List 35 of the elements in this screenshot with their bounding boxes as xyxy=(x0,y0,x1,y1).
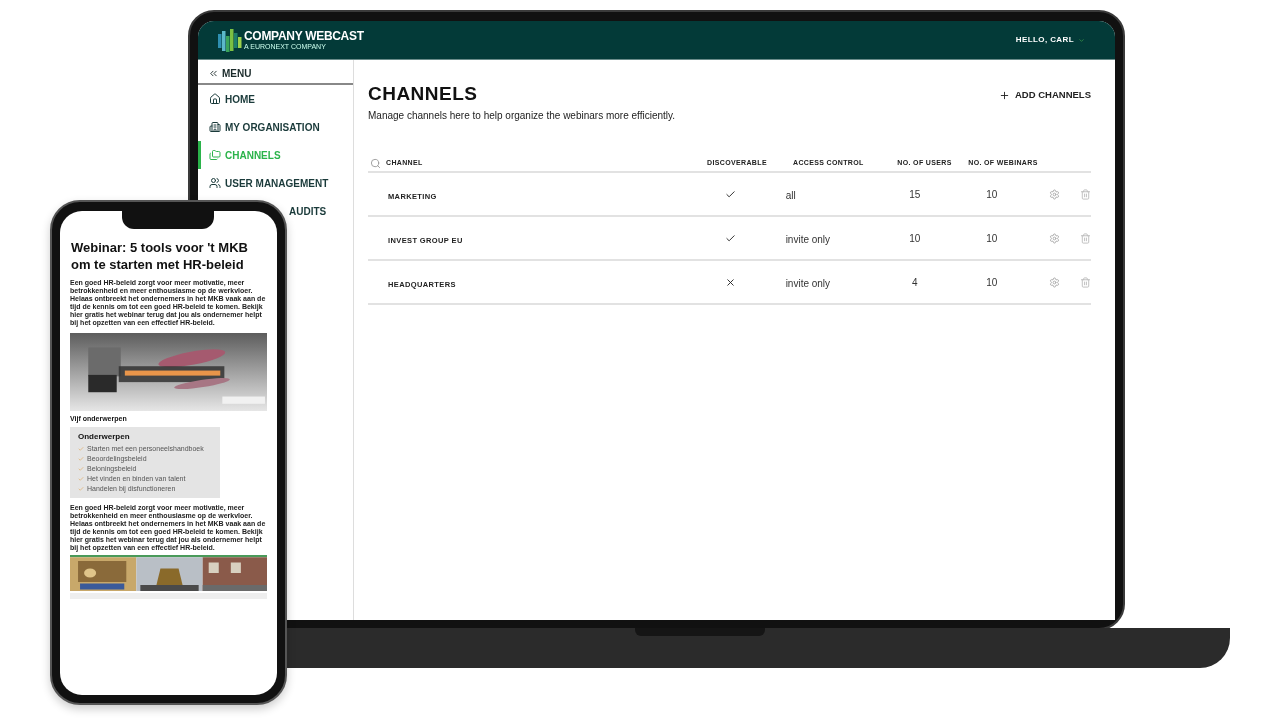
user-menu[interactable]: HELLO, CARL xyxy=(1015,34,1085,46)
table-cell-text: 4 xyxy=(911,275,918,290)
table-cell-text: 10 xyxy=(986,187,998,202)
search-icon[interactable] xyxy=(370,157,381,169)
settings-icon[interactable] xyxy=(1049,188,1060,200)
page-title: CHANNELS xyxy=(368,82,478,106)
settings-icon[interactable] xyxy=(1049,232,1060,244)
add-channels-button[interactable]: ADD CHANNELS xyxy=(999,88,1091,103)
topics-title: Onderwerpen xyxy=(78,432,131,442)
table-cell: invite only xyxy=(785,278,831,289)
trash-icon[interactable] xyxy=(1080,276,1091,288)
trash-icon[interactable] xyxy=(1080,188,1091,200)
sidebar-item[interactable]: AUDITS xyxy=(286,201,327,221)
table-cell: invite only xyxy=(785,234,831,245)
brand-name: COMPANY WEBCAST xyxy=(244,29,364,43)
settings-icon[interactable] xyxy=(1049,276,1060,288)
table-cell-text: 10 xyxy=(986,275,998,290)
table-cell-text: 10 xyxy=(986,231,998,246)
plus-icon xyxy=(999,89,1010,101)
users-icon xyxy=(209,177,221,189)
page-description: Manage channels here to help organize the webinars more efficiently. xyxy=(368,109,677,123)
trash-icon[interactable] xyxy=(1080,232,1091,244)
building-icon xyxy=(209,121,221,133)
sidebar-item[interactable]: HOME xyxy=(198,85,353,113)
table-cell-text: 10 xyxy=(909,231,921,246)
logo-icon xyxy=(218,28,242,52)
menu-toggle[interactable]: MENU xyxy=(198,63,353,85)
webinar-title: Webinar: 5 tools voor 't MKB om te starten met HR-beleid xyxy=(70,239,249,273)
caret-icon xyxy=(1078,36,1085,44)
folders-icon xyxy=(209,149,221,161)
table-cell-text: 15 xyxy=(909,187,921,202)
home-icon xyxy=(209,93,221,105)
table-cell: all xyxy=(785,190,796,201)
sidebar-item[interactable]: MY ORGANISATION xyxy=(198,113,353,141)
sidebar-item[interactable]: USER MANAGEMENT xyxy=(198,169,353,197)
